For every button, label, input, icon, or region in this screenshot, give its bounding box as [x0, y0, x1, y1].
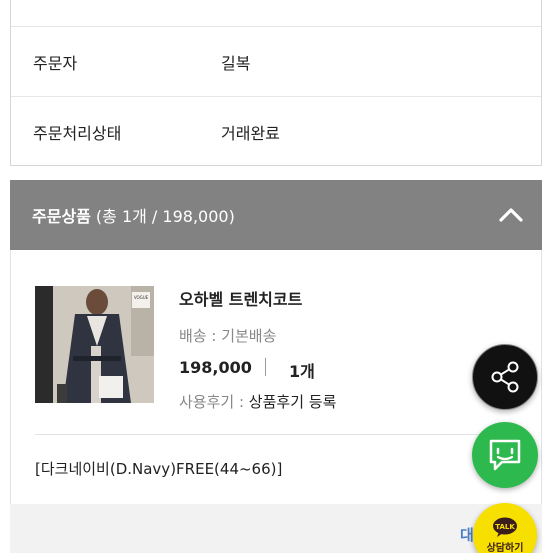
- talk-consult-label: 상담하기: [486, 542, 524, 553]
- review-prefix: 사용후기 :: [179, 393, 249, 411]
- order-status-label: 주문처리상태: [33, 123, 122, 143]
- order-status-value: 거래완료: [221, 123, 280, 143]
- chevron-up-icon[interactable]: [498, 202, 524, 228]
- chat-button[interactable]: [472, 422, 538, 488]
- orderer-value: 길복: [221, 53, 251, 73]
- product-thumbnail[interactable]: VOGUE: [35, 286, 154, 403]
- talk-bubble-text: TALK: [495, 523, 515, 531]
- bottom-partial-text[interactable]: 대: [460, 524, 474, 545]
- product-option: [다크네이비(D.Navy)FREE(44~66)]: [35, 460, 283, 478]
- talk-bubble-icon: TALK: [493, 517, 517, 537]
- order-status-row: 주문처리상태 거래완료: [11, 96, 541, 166]
- share-icon: [491, 361, 519, 393]
- order-info-box: 주문자 길복 주문처리상태 거래완료: [10, 0, 542, 166]
- ordered-products-header[interactable]: 주문상품 (총 1개 / 198,000): [10, 180, 542, 250]
- trench-coat-image: VOGUE: [35, 286, 154, 403]
- product-name[interactable]: 오하벨 트렌치코트: [179, 286, 302, 310]
- product-quantity: 1개: [289, 362, 315, 381]
- review-line: 사용후기 : 상품후기 등록: [179, 391, 336, 412]
- shipping-info: 배송 : 기본배송: [179, 327, 277, 345]
- bottom-area: 대: [10, 504, 542, 553]
- product-price: 198,000: [179, 358, 252, 377]
- chat-icon: [489, 439, 521, 471]
- section-title: 주문상품: [32, 207, 91, 226]
- thumb-tag: VOGUE: [134, 295, 149, 300]
- write-review-link[interactable]: 상품후기 등록: [249, 393, 337, 411]
- orderer-row: 주문자 길복: [11, 26, 541, 96]
- price-qty-divider: [265, 358, 266, 376]
- product-panel: VOGUE 오하벨 트렌치코트 배송 : 기본배송 198,000 1개 사용후…: [10, 250, 542, 510]
- orderer-label: 주문자: [33, 53, 78, 73]
- share-button[interactable]: [472, 344, 538, 410]
- divider: [35, 434, 519, 435]
- section-count: (총 1개 / 198,000): [95, 207, 235, 226]
